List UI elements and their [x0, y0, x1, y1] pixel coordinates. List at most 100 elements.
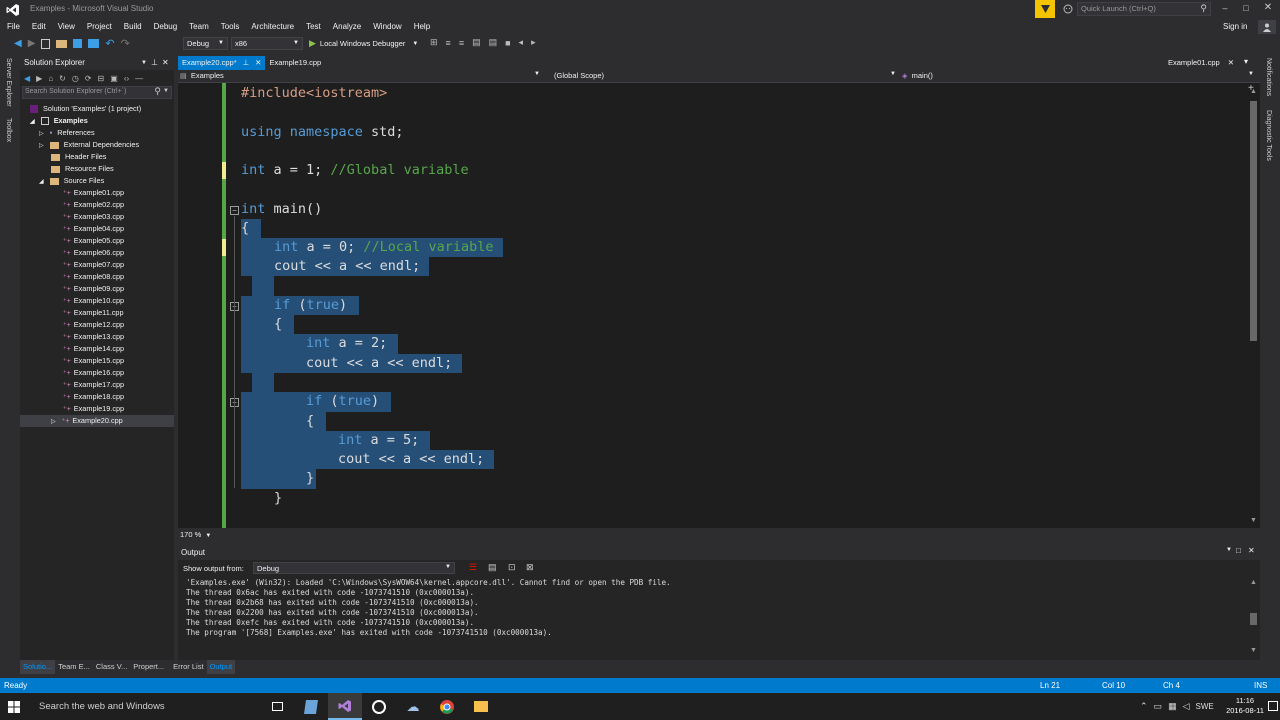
source-file-item[interactable]: ⁺+ Example12.cpp: [20, 319, 174, 331]
undo-icon[interactable]: ↶: [105, 37, 114, 50]
scroll-thumb[interactable]: [1250, 613, 1257, 625]
pin-icon[interactable]: ⊥: [151, 56, 158, 70]
minimize-button[interactable]: –: [1218, 3, 1232, 15]
bookmark-next-icon[interactable]: ▸: [531, 37, 536, 48]
output-scrollbar[interactable]: ▲ ▼: [1247, 577, 1260, 658]
menu-view[interactable]: View: [52, 20, 81, 34]
menu-help[interactable]: Help: [408, 20, 436, 34]
comment-icon[interactable]: ▤: [472, 37, 481, 48]
find-message-icon[interactable]: ☰: [469, 562, 477, 573]
source-file-item[interactable]: ⁺+ Example13.cpp: [20, 331, 174, 343]
sync-icon[interactable]: ↻: [59, 74, 66, 83]
start-button[interactable]: [0, 693, 28, 720]
close-button[interactable]: ✕: [1262, 2, 1274, 14]
nav-member-dropdown[interactable]: ◈ main() ▼: [902, 71, 1258, 82]
network-icon[interactable]: ▦: [1168, 701, 1177, 712]
zoom-dropdown[interactable]: 170 % ▼: [180, 530, 214, 542]
source-file-item[interactable]: ⁺+ Example04.cpp: [20, 223, 174, 235]
menu-team[interactable]: Team: [183, 20, 215, 34]
menu-test[interactable]: Test: [300, 20, 327, 34]
bookmark-icon[interactable]: ■: [505, 38, 510, 48]
source-file-item[interactable]: ⁺+ Example19.cpp: [20, 403, 174, 415]
source-file-item[interactable]: ⁺+ Example10.cpp: [20, 295, 174, 307]
steam-app-icon[interactable]: ☁: [396, 693, 430, 720]
output-text[interactable]: 'Examples.exe' (Win32): Loaded 'C:\Windo…: [186, 578, 1236, 638]
code-view-icon[interactable]: ‹›: [124, 74, 129, 83]
project-node[interactable]: ◢ Examples: [20, 115, 174, 127]
pending-changes-icon[interactable]: ◷: [72, 74, 79, 83]
forward-icon[interactable]: ▶: [28, 38, 36, 49]
menu-architecture[interactable]: Architecture: [245, 20, 300, 34]
taskbar-search[interactable]: Search the web and Windows: [28, 693, 260, 720]
source-file-item[interactable]: ⁺+ Example05.cpp: [20, 235, 174, 247]
scroll-down-icon[interactable]: ▼: [1250, 647, 1257, 654]
notifications-icon[interactable]: [1268, 701, 1278, 711]
home-icon[interactable]: ⌂: [48, 74, 53, 83]
source-file-item[interactable]: ⁺+ Example16.cpp: [20, 367, 174, 379]
github-app-icon[interactable]: [362, 693, 396, 720]
maximize-button[interactable]: □: [1240, 3, 1252, 15]
visual-studio-app-icon[interactable]: [328, 693, 362, 720]
close-icon[interactable]: ✕: [162, 56, 169, 70]
menu-file[interactable]: File: [1, 20, 26, 34]
source-file-item[interactable]: ⁺+ Example15.cpp: [20, 355, 174, 367]
references-node[interactable]: ▷ ▪ References: [20, 127, 174, 139]
menu-tools[interactable]: Tools: [215, 20, 246, 34]
dropdown-icon[interactable]: ▼: [141, 56, 147, 70]
scroll-thumb[interactable]: [1250, 101, 1257, 341]
solution-root[interactable]: Solution 'Examples' (1 project): [20, 103, 174, 115]
files-app-icon[interactable]: [294, 693, 328, 720]
menu-edit[interactable]: Edit: [26, 20, 52, 34]
clear-all-icon[interactable]: ▤: [488, 562, 497, 573]
save-all-icon[interactable]: [88, 39, 100, 48]
collapsed-arrow-icon[interactable]: ▷: [51, 419, 56, 425]
source-file-item[interactable]: ⁺+ Example02.cpp: [20, 199, 174, 211]
source-file-item[interactable]: ⁺+ Example01.cpp: [20, 187, 174, 199]
source-files-node[interactable]: ◢ Source Files: [20, 175, 174, 187]
source-file-item[interactable]: ⁺+ Example03.cpp: [20, 211, 174, 223]
tab-error-list[interactable]: Error List: [170, 660, 206, 674]
attach-icon[interactable]: ⊞: [430, 37, 438, 48]
tab-properties[interactable]: Propert...: [130, 660, 167, 674]
chrome-app-icon[interactable]: [430, 693, 464, 720]
sign-in-link[interactable]: Sign in: [1223, 22, 1247, 31]
diagnostic-tools-tab[interactable]: Diagnostic Tools: [1265, 110, 1272, 161]
header-files-node[interactable]: Header Files: [20, 151, 174, 163]
close-icon[interactable]: ✕: [1228, 56, 1234, 70]
tab-example19[interactable]: Example19.cpp: [265, 56, 325, 70]
show-hidden-icon[interactable]: ⌃: [1140, 701, 1148, 712]
source-file-item[interactable]: ⁺+ Example11.cpp: [20, 307, 174, 319]
scroll-up-icon[interactable]: ▲: [1250, 579, 1257, 586]
show-all-icon[interactable]: ▣: [110, 74, 118, 83]
server-explorer-tab[interactable]: Server Explorer: [5, 58, 12, 107]
bookmark-prev-icon[interactable]: ◂: [519, 37, 524, 48]
close-icon[interactable]: ✕: [1248, 546, 1255, 555]
maximize-icon[interactable]: □: [1236, 546, 1241, 555]
back-icon[interactable]: ◀: [14, 38, 22, 49]
feedback-icon[interactable]: [1062, 3, 1074, 15]
solution-search[interactable]: Search Solution Explorer (Ctrl+´) ⚲ ▼: [22, 86, 172, 99]
source-file-item[interactable]: ▷ ⁺+ Example20.cpp: [20, 415, 174, 427]
forward-icon[interactable]: ▶: [36, 74, 42, 83]
menu-debug[interactable]: Debug: [148, 20, 184, 34]
new-project-icon[interactable]: [41, 38, 51, 49]
save-icon[interactable]: [73, 39, 83, 48]
indent-icon[interactable]: ≡: [446, 38, 451, 48]
menu-project[interactable]: Project: [81, 20, 118, 34]
menu-build[interactable]: Build: [118, 20, 148, 34]
source-file-item[interactable]: ⁺+ Example07.cpp: [20, 259, 174, 271]
clock[interactable]: 11:16 2016-08-11: [1226, 696, 1264, 716]
platform-dropdown[interactable]: x86 ▼: [231, 37, 303, 50]
external-deps-node[interactable]: ▷ External Dependencies: [20, 139, 174, 151]
quick-launch[interactable]: Quick Launch (Ctrl+Q) ⚲: [1077, 2, 1211, 16]
word-wrap-icon[interactable]: ⊡: [508, 562, 516, 573]
file-explorer-app-icon[interactable]: [464, 693, 498, 720]
volume-icon[interactable]: ◁: [1183, 701, 1190, 712]
pin-icon[interactable]: ⊥: [243, 56, 250, 70]
config-dropdown[interactable]: Debug ▼: [183, 37, 228, 50]
resource-files-node[interactable]: Resource Files: [20, 163, 174, 175]
keyboard-language[interactable]: SWE: [1196, 702, 1214, 711]
tab-team-explorer[interactable]: Team E...: [55, 660, 93, 674]
toggle-wrap-icon[interactable]: ⊠: [526, 562, 534, 573]
scroll-down-icon[interactable]: ▼: [1250, 517, 1257, 524]
